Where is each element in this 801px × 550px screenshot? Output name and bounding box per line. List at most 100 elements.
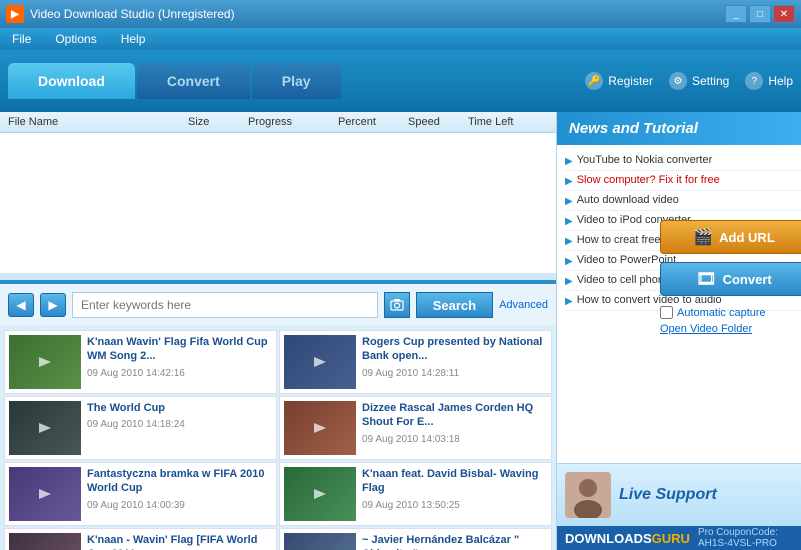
video-thumbnail	[284, 533, 356, 550]
news-arrow-icon: ▶	[565, 236, 573, 247]
main-content: File Name Size Progress Percent Speed Ti…	[0, 112, 801, 550]
play-icon	[35, 487, 55, 501]
news-item[interactable]: ▶ Auto download video	[565, 191, 801, 211]
video-thumbnail	[9, 335, 81, 389]
news-arrow-icon: ▶	[565, 196, 573, 207]
news-arrow-icon: ▶	[565, 216, 573, 227]
register-action[interactable]: 🔑 Register	[585, 72, 653, 90]
col-size: Size	[188, 116, 248, 128]
list-item[interactable]: Dizzee Rascal James Corden HQ Shout For …	[279, 396, 552, 460]
maximize-button[interactable]: □	[749, 5, 771, 23]
convert-button[interactable]: 🎞 Convert	[660, 262, 801, 296]
list-item[interactable]: K'naan Wavin' Flag Fifa World Cup WM Son…	[4, 330, 277, 394]
auto-capture-checkbox[interactable]	[660, 306, 673, 319]
help-label: Help	[768, 74, 793, 88]
video-grid: K'naan Wavin' Flag Fifa World Cup WM Son…	[0, 326, 556, 550]
video-info: The World Cup 09 Aug 2010 14:18:24	[87, 401, 272, 455]
news-item-text: Slow computer? Fix it for free	[577, 174, 720, 186]
video-date: 09 Aug 2010 14:28:11	[362, 368, 547, 379]
tab-download[interactable]: Download	[8, 63, 135, 99]
menubar: File Options Help	[0, 28, 801, 50]
list-item[interactable]: K'naan feat. David Bisbal- Waving Flag 0…	[279, 462, 552, 526]
list-item[interactable]: The World Cup 09 Aug 2010 14:18:24	[4, 396, 277, 460]
register-icon: 🔑	[585, 72, 603, 90]
video-date: 09 Aug 2010 14:18:24	[87, 419, 272, 430]
video-title: The World Cup	[87, 401, 272, 415]
play-icon	[310, 487, 330, 501]
setting-action[interactable]: ⚙ Setting	[669, 72, 729, 90]
live-support-label[interactable]: Live Support	[619, 486, 717, 504]
forward-button[interactable]: ▶	[40, 293, 66, 317]
add-url-button[interactable]: 🎬 Add URL	[660, 220, 801, 254]
watermark-coupon: Pro CouponCode: AH1S-4VSL-PRO	[698, 527, 801, 549]
toolbar: Download Convert Play 🔑 Register ⚙ Setti…	[0, 50, 801, 112]
close-button[interactable]: ✕	[773, 5, 795, 23]
col-timeleft: Time Left	[468, 116, 548, 128]
col-speed: Speed	[408, 116, 468, 128]
auto-capture-checkbox-row[interactable]: Automatic capture	[660, 306, 801, 319]
news-item[interactable]: ▶ YouTube to Nokia converter	[565, 151, 801, 171]
video-info: K'naan - Wavin' Flag [FIFA World Cup 201…	[87, 533, 272, 550]
action-buttons: 🎬 Add URL 🎞 Convert Automatic capture Op…	[660, 220, 801, 337]
play-icon	[35, 421, 55, 435]
video-title: K'naan - Wavin' Flag [FIFA World Cup 201…	[87, 533, 272, 550]
video-thumbnail	[9, 533, 81, 550]
tab-group: Download Convert Play	[8, 63, 585, 99]
auto-capture-label: Automatic capture	[677, 307, 766, 319]
search-icon-button[interactable]	[384, 292, 410, 318]
app-icon: ▶	[6, 5, 24, 23]
search-input[interactable]	[72, 292, 378, 318]
list-item[interactable]: K'naan - Wavin' Flag [FIFA World Cup 201…	[4, 528, 277, 550]
convert-label: Convert	[723, 272, 772, 287]
news-arrow-icon: ▶	[565, 276, 573, 287]
window-controls: _ □ ✕	[725, 5, 795, 23]
video-title: Rogers Cup presented by National Bank op…	[362, 335, 547, 364]
left-area: File Name Size Progress Percent Speed Ti…	[0, 112, 556, 550]
avatar-icon	[565, 472, 611, 518]
live-support-section: Live Support	[557, 463, 801, 526]
video-thumbnail	[284, 335, 356, 389]
setting-label: Setting	[692, 74, 729, 88]
support-avatar	[565, 472, 611, 518]
video-date: 09 Aug 2010 14:42:16	[87, 368, 272, 379]
video-date: 09 Aug 2010 14:00:39	[87, 500, 272, 511]
list-item[interactable]: Fantastyczna bramka w FIFA 2010 World Cu…	[4, 462, 277, 526]
col-percent: Percent	[338, 116, 408, 128]
open-folder-link[interactable]: Open Video Folder	[660, 323, 801, 335]
list-item[interactable]: Rogers Cup presented by National Bank op…	[279, 330, 552, 394]
search-button[interactable]: Search	[416, 292, 493, 318]
video-grid-container[interactable]: K'naan Wavin' Flag Fifa World Cup WM Son…	[0, 326, 556, 550]
convert-icon: 🎞	[696, 269, 716, 289]
list-item[interactable]: ~ Javier Hernández Balcázar " Chicarito …	[279, 528, 552, 550]
register-label: Register	[608, 74, 653, 88]
video-title: K'naan feat. David Bisbal- Waving Flag	[362, 467, 547, 496]
table-body	[0, 133, 556, 273]
help-action[interactable]: ? Help	[745, 72, 793, 90]
tab-play[interactable]: Play	[252, 63, 341, 99]
minimize-button[interactable]: _	[725, 5, 747, 23]
video-thumbnail	[9, 401, 81, 455]
video-title: Fantastyczna bramka w FIFA 2010 World Cu…	[87, 467, 272, 496]
add-url-label: Add URL	[719, 230, 775, 245]
setting-icon: ⚙	[669, 72, 687, 90]
menu-file[interactable]: File	[8, 30, 35, 48]
menu-options[interactable]: Options	[51, 30, 100, 48]
play-icon	[35, 355, 55, 369]
watermark-logo-text: DOWNLOADS	[565, 531, 652, 546]
camera-icon	[390, 298, 404, 312]
video-info: Dizzee Rascal James Corden HQ Shout For …	[362, 401, 547, 455]
video-title: Dizzee Rascal James Corden HQ Shout For …	[362, 401, 547, 430]
advanced-link[interactable]: Advanced	[499, 299, 548, 311]
app-title: Video Download Studio (Unregistered)	[30, 7, 725, 21]
video-date: 09 Aug 2010 13:50:25	[362, 500, 547, 511]
add-url-icon: 🎬	[693, 227, 713, 247]
news-item[interactable]: ▶ Slow computer? Fix it for free	[565, 171, 801, 191]
tab-convert[interactable]: Convert	[137, 63, 250, 99]
search-area: ◀ ▶ Search Advanced	[0, 282, 556, 326]
back-button[interactable]: ◀	[8, 293, 34, 317]
watermark-logo: DOWNLOADSGURU	[565, 531, 690, 546]
watermark-bar: DOWNLOADSGURU Pro CouponCode: AH1S-4VSL-…	[557, 526, 801, 550]
help-icon: ?	[745, 72, 763, 90]
menu-help[interactable]: Help	[117, 30, 150, 48]
video-info: ~ Javier Hernández Balcázar " Chicarito …	[362, 533, 547, 550]
